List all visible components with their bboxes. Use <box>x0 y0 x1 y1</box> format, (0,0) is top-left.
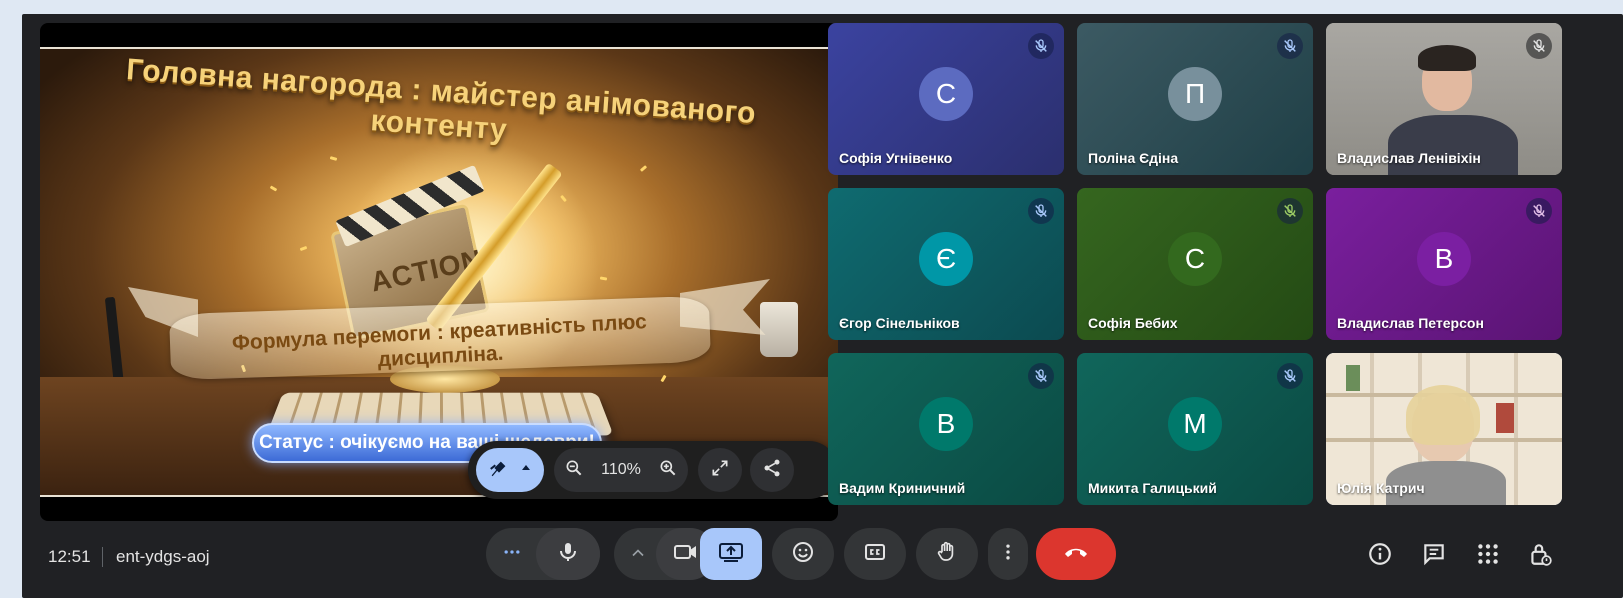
avatar: В <box>1417 232 1471 286</box>
zoom-level: 110% <box>601 461 641 478</box>
expand-icon <box>710 458 730 483</box>
chevron-up-icon[interactable] <box>628 543 648 568</box>
raise-hand-button[interactable] <box>916 528 978 580</box>
camera-icon <box>673 540 699 569</box>
divider <box>102 547 103 567</box>
slide-cup <box>760 302 798 357</box>
zoom-control: 110% <box>554 448 688 492</box>
chat-icon[interactable] <box>1420 540 1448 568</box>
mic-group <box>486 528 600 580</box>
avatar: С <box>919 67 973 121</box>
fullscreen-button[interactable] <box>698 448 742 492</box>
participant-tile[interactable]: В Владислав Петерсон <box>1326 188 1562 340</box>
avatar: В <box>919 397 973 451</box>
shared-slide: ACTION Головна нагорода : майстер анімов… <box>40 47 838 497</box>
meet-window: ACTION Головна нагорода : майстер анімов… <box>22 14 1623 598</box>
confetti <box>329 156 338 161</box>
participant-name: Софія Угнівенко <box>839 150 953 166</box>
host-controls-icon[interactable] <box>1526 540 1554 568</box>
zoom-in-icon[interactable] <box>658 458 678 483</box>
participant-name: Єгор Сінельніков <box>839 315 960 331</box>
raise-hand-icon <box>935 540 959 569</box>
participant-tile[interactable]: В Вадим Криничний <box>828 353 1064 505</box>
present-button[interactable] <box>700 528 762 580</box>
caret-up-icon[interactable] <box>520 461 532 479</box>
clock: 12:51 <box>48 547 91 566</box>
avatar: Є <box>919 232 973 286</box>
confetti <box>639 165 648 172</box>
confetti <box>269 185 278 192</box>
meeting-code: ent-ydgs-aoj <box>116 547 210 566</box>
more-vert-icon <box>998 542 1018 567</box>
mic-off-icon <box>1526 33 1552 59</box>
more-button[interactable] <box>988 528 1028 580</box>
reactions-button[interactable] <box>772 528 834 580</box>
avatar: П <box>1168 67 1222 121</box>
leave-call-button[interactable] <box>1036 528 1116 580</box>
annotate-button[interactable] <box>476 448 544 492</box>
participant-name: Владислав Петерсон <box>1337 315 1484 331</box>
avatar: М <box>1168 397 1222 451</box>
mic-off-icon <box>1028 198 1054 224</box>
microphone-icon <box>556 540 580 569</box>
participant-name: Поліна Єдіна <box>1088 150 1179 166</box>
emoji-icon <box>791 540 815 569</box>
mic-off-icon <box>1277 363 1303 389</box>
confetti <box>599 276 608 281</box>
mic-off-icon <box>1277 33 1303 59</box>
more-options-icon[interactable] <box>502 542 522 567</box>
share-icon <box>762 458 782 483</box>
participant-name: Микита Галицький <box>1088 480 1217 496</box>
participant-tile[interactable]: М Микита Галицький <box>1077 353 1313 505</box>
presentation-toolbar: 110% <box>468 441 838 499</box>
participant-tile[interactable]: Є Єгор Сінельніков <box>828 188 1064 340</box>
present-screen-icon <box>718 540 744 569</box>
mic-off-icon <box>1028 363 1054 389</box>
participant-name: Владислав Ленівіхін <box>1337 150 1481 166</box>
participant-tile[interactable]: С Софія Бебих <box>1077 188 1313 340</box>
annotate-pen-icon <box>488 457 510 484</box>
avatar: С <box>1168 232 1222 286</box>
participant-tile[interactable]: Владислав Ленівіхін <box>1326 23 1562 175</box>
info-icon[interactable] <box>1366 540 1394 568</box>
share-button[interactable] <box>750 448 794 492</box>
captions-button[interactable] <box>844 528 906 580</box>
mic-button[interactable] <box>536 528 600 580</box>
confetti <box>299 245 308 252</box>
captions-icon <box>863 540 887 569</box>
participant-tile[interactable]: Юлія Катрич <box>1326 353 1562 505</box>
participant-name: Вадим Криничний <box>839 480 966 496</box>
mic-off-icon <box>1277 198 1303 224</box>
mic-off-icon <box>1028 33 1054 59</box>
participant-name: Юлія Катрич <box>1337 480 1425 496</box>
participant-name: Софія Бебих <box>1088 315 1178 331</box>
activities-icon[interactable] <box>1474 540 1502 568</box>
slide-border-top <box>40 47 838 49</box>
mic-off-icon <box>1526 198 1552 224</box>
zoom-out-icon[interactable] <box>564 458 584 483</box>
presentation-stage: ACTION Головна нагорода : майстер анімов… <box>40 23 838 521</box>
bottom-bar: 12:51 ent-ydgs-aoj <box>22 522 1623 598</box>
end-call-icon <box>1062 540 1090 569</box>
participant-tile[interactable]: П Поліна Єдіна <box>1077 23 1313 175</box>
participant-tile[interactable]: С Софія Угнівенко <box>828 23 1064 175</box>
